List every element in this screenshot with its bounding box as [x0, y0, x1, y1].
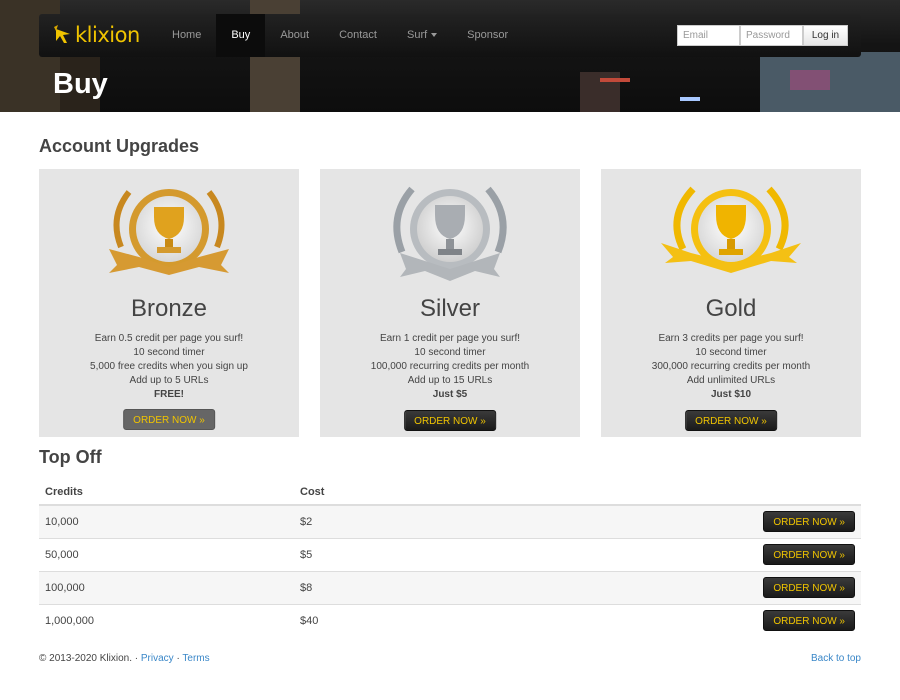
action-cell: ORDER NOW »	[422, 570, 861, 604]
order-bronze-button[interactable]: ORDER NOW »	[123, 409, 215, 430]
credits-cell: 100,000	[39, 570, 294, 604]
nav-label: Home	[172, 29, 202, 41]
order-topoff-button[interactable]: ORDER NOW »	[763, 610, 855, 632]
nav-item-about[interactable]: About	[265, 14, 324, 57]
cost-cell: $2	[294, 504, 423, 538]
order-silver-button[interactable]: ORDER NOW »	[404, 410, 496, 431]
silver-trophy-icon	[393, 186, 507, 281]
upgrades-heading: Account Upgrades	[39, 136, 200, 156]
copyright-text: © 2013-2020 Klixion. ·	[39, 653, 139, 664]
back-to-top-link[interactable]: Back to top	[811, 653, 861, 664]
order-topoff-button[interactable]: ORDER NOW »	[763, 511, 855, 533]
brand-logo[interactable]: klixion	[54, 23, 140, 47]
terms-link[interactable]: Terms	[182, 653, 209, 664]
nav-item-sponsor[interactable]: Sponsor	[452, 14, 523, 57]
action-cell: ORDER NOW »	[422, 603, 861, 637]
nav-item-home[interactable]: Home	[157, 14, 216, 57]
plan-name: Silver	[419, 295, 480, 322]
order-gold-button[interactable]: ORDER NOW »	[685, 410, 777, 431]
table-row: 100,000 $8 ORDER NOW »	[39, 570, 861, 604]
plan-feature: 10 second timer	[414, 347, 486, 358]
plan-feature: Earn 3 credits per page you surf!	[658, 333, 804, 344]
credits-cell: 50,000	[39, 537, 294, 571]
plan-description: Earn 0.5 credit per page you surf! 10 se…	[39, 332, 299, 402]
column-header-action	[422, 479, 861, 506]
nav-label: Contact	[339, 29, 377, 41]
nav-item-contact[interactable]: Contact	[324, 14, 392, 57]
plan-feature: 5,000 free credits when you sign up	[90, 361, 248, 372]
login-form: Log in	[677, 25, 848, 46]
footer-copyright: © 2013-2020 Klixion. · Privacy · Terms	[39, 653, 210, 664]
plan-price: Just $5	[432, 389, 468, 400]
email-field[interactable]	[677, 25, 740, 46]
cost-cell: $8	[294, 570, 423, 604]
plan-feature: 10 second timer	[695, 347, 767, 358]
nav-menu: Home Buy About Contact Surf Sponsor	[157, 14, 523, 57]
plan-feature: Add unlimited URLs	[686, 375, 776, 386]
plan-feature: 300,000 recurring credits per month	[651, 361, 811, 372]
table-header-row: Credits Cost	[39, 479, 861, 506]
column-header-credits: Credits	[39, 479, 294, 506]
action-cell: ORDER NOW »	[422, 504, 861, 538]
plan-feature: 100,000 recurring credits per month	[370, 361, 530, 372]
plan-description: Earn 3 credits per page you surf! 10 sec…	[601, 332, 861, 402]
plan-feature: Earn 0.5 credit per page you surf!	[94, 333, 244, 344]
plan-feature: 10 second timer	[133, 347, 205, 358]
table-row: 1,000,000 $40 ORDER NOW »	[39, 603, 861, 637]
plan-name: Bronze	[130, 295, 208, 322]
column-header-cost: Cost	[294, 479, 423, 506]
brand-name: klixion	[75, 23, 140, 47]
plan-feature: Earn 1 credit per page you surf!	[379, 333, 521, 344]
page-title: Buy	[53, 68, 108, 100]
plan-feature: Add up to 5 URLs	[129, 375, 209, 386]
privacy-link[interactable]: Privacy	[141, 653, 174, 664]
action-cell: ORDER NOW »	[422, 537, 861, 571]
nav-label: Sponsor	[467, 29, 509, 41]
credits-cell: 10,000	[39, 504, 294, 538]
plan-card-bronze: Bronze Earn 0.5 credit per page you surf…	[39, 169, 299, 437]
navbar: klixion Home Buy About Contact Surf Spon…	[39, 14, 861, 57]
password-field[interactable]	[740, 25, 803, 46]
plan-name: Gold	[705, 295, 757, 322]
plan-feature: Add up to 15 URLs	[407, 375, 493, 386]
plan-description: Earn 1 credit per page you surf! 10 seco…	[320, 332, 580, 402]
plan-price: Just $10	[710, 389, 752, 400]
nav-label: About	[280, 29, 310, 41]
credits-cell: 1,000,000	[39, 603, 294, 637]
nav-label: Buy	[231, 29, 251, 41]
plan-card-silver: Silver Earn 1 credit per page you surf! …	[320, 169, 580, 437]
footer-separator: ·	[176, 653, 180, 664]
nav-item-buy[interactable]: Buy	[216, 14, 266, 57]
topoff-heading: Top Off	[39, 447, 102, 467]
plan-price: FREE!	[154, 389, 184, 400]
table-row: 10,000 $2 ORDER NOW »	[39, 504, 861, 538]
order-topoff-button[interactable]: ORDER NOW »	[763, 544, 855, 565]
cost-cell: $5	[294, 537, 423, 571]
gold-trophy-icon	[661, 186, 801, 273]
plan-card-gold: Gold Earn 3 credits per page you surf! 1…	[601, 169, 861, 437]
nav-label: Surf	[406, 29, 428, 41]
topoff-table: Credits Cost 10,000 $2 ORDER NOW » 50,00…	[39, 479, 861, 637]
cost-cell: $40	[294, 603, 423, 637]
caret-down-icon	[431, 33, 438, 38]
bronze-trophy-icon	[109, 189, 229, 275]
hero-banner: klixion Home Buy About Contact Surf Spon…	[0, 0, 900, 112]
login-button[interactable]: Log in	[803, 25, 848, 46]
klixion-logo-icon	[54, 25, 70, 43]
nav-item-surf-dropdown[interactable]: Surf	[392, 14, 452, 57]
table-row: 50,000 $5 ORDER NOW »	[39, 537, 861, 571]
order-topoff-button[interactable]: ORDER NOW »	[763, 577, 855, 598]
